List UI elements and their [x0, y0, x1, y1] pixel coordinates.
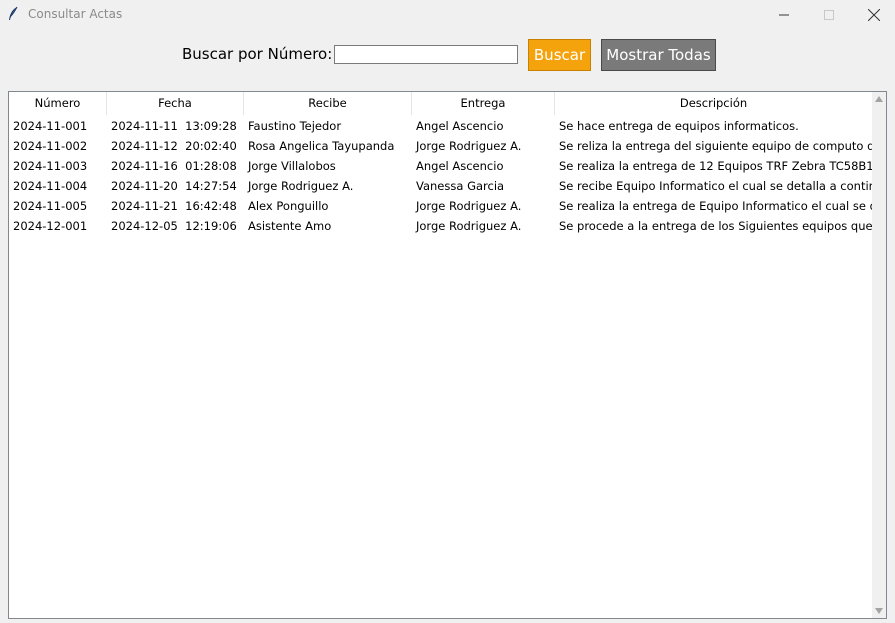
vertical-scrollbar[interactable] — [872, 92, 886, 618]
cell-numero: 2024-11-001 — [13, 119, 88, 133]
cell-descripcion: Se procede a la entrega de los Siguiente… — [559, 219, 872, 233]
cell-entrega: Angel Ascencio — [416, 119, 504, 133]
column-header-numero[interactable]: Número — [9, 92, 107, 115]
cell-fecha: 2024-11-20 14:27:54 — [111, 179, 237, 193]
column-header-entrega[interactable]: Entrega — [412, 92, 555, 115]
table-header: Número Fecha Recibe Entrega Descripción — [9, 92, 872, 115]
cell-descripcion: Se realiza la entrega de Equipo Informat… — [559, 199, 872, 213]
table-row[interactable]: 2024-11-001 2024-11-11 13:09:28 Faustino… — [9, 116, 872, 136]
scroll-up-arrow-icon[interactable] — [875, 96, 883, 102]
table-row[interactable]: 2024-11-004 2024-11-20 14:27:54 Jorge Ro… — [9, 176, 872, 196]
cell-numero: 2024-11-003 — [13, 159, 88, 173]
buscar-button[interactable]: Buscar — [528, 39, 591, 71]
feather-icon — [9, 6, 18, 20]
table-row[interactable]: 2024-11-005 2024-11-21 16:42:48 Alex Pon… — [9, 196, 872, 216]
cell-recibe: Alex Ponguillo — [248, 199, 329, 213]
cell-fecha: 2024-11-21 16:42:48 — [111, 199, 237, 213]
cell-fecha: 2024-12-05 12:19:06 — [111, 219, 237, 233]
minimize-button[interactable] — [761, 0, 807, 29]
minimize-icon — [779, 14, 789, 15]
close-button[interactable] — [851, 0, 895, 29]
cell-fecha: 2024-11-12 20:02:40 — [111, 139, 237, 153]
title-bar: Consultar Actas — [0, 0, 895, 29]
table-row[interactable]: 2024-11-002 2024-11-12 20:02:40 Rosa Ang… — [9, 136, 872, 156]
cell-descripcion: Se reliza la entrega del siguiente equip… — [559, 139, 872, 153]
cell-entrega: Vanessa Garcia — [416, 179, 505, 193]
search-label: Buscar por Número: — [182, 45, 333, 63]
maximize-button[interactable] — [806, 0, 852, 29]
cell-numero: 2024-11-005 — [13, 199, 88, 213]
cell-descripcion: Se hace entrega de equipos informaticos. — [559, 119, 799, 133]
table-row[interactable]: 2024-12-001 2024-12-05 12:19:06 Asistent… — [9, 216, 872, 236]
scroll-down-arrow-icon[interactable] — [875, 608, 883, 614]
cell-entrega: Angel Ascencio — [416, 159, 504, 173]
cell-entrega: Jorge Rodriguez A. — [416, 219, 522, 233]
column-header-recibe[interactable]: Recibe — [244, 92, 412, 115]
cell-fecha: 2024-11-11 13:09:28 — [111, 119, 237, 133]
column-header-descripcion[interactable]: Descripción — [555, 92, 872, 115]
cell-recibe: Rosa Angelica Tayupanda — [248, 139, 395, 153]
cell-entrega: Jorge Rodriguez A. — [416, 199, 522, 213]
maximize-icon — [824, 9, 834, 20]
cell-numero: 2024-11-002 — [13, 139, 88, 153]
close-icon — [868, 8, 880, 21]
cell-numero: 2024-12-001 — [13, 219, 88, 233]
cell-descripcion: Se realiza la entrega de 12 Equipos TRF … — [559, 159, 872, 173]
cell-fecha: 2024-11-16 01:28:08 — [111, 159, 237, 173]
cell-recibe: Jorge Rodriguez A. — [248, 179, 354, 193]
cell-numero: 2024-11-004 — [13, 179, 88, 193]
cell-entrega: Jorge Rodriguez A. — [416, 139, 522, 153]
cell-recibe: Faustino Tejedor — [248, 119, 342, 133]
cell-recibe: Asistente Amo — [248, 219, 332, 233]
cell-recibe: Jorge Villalobos — [248, 159, 336, 173]
actas-table: Número Fecha Recibe Entrega Descripción … — [8, 91, 887, 619]
mostrar-todas-button[interactable]: Mostrar Todas — [601, 39, 716, 71]
cell-descripcion: Se recibe Equipo Informatico el cual se … — [559, 179, 872, 193]
table-row[interactable]: 2024-11-003 2024-11-16 01:28:08 Jorge Vi… — [9, 156, 872, 176]
search-input[interactable] — [334, 45, 518, 64]
window-title: Consultar Actas — [28, 7, 123, 21]
table-body: 2024-11-001 2024-11-11 13:09:28 Faustino… — [9, 116, 872, 236]
column-header-fecha[interactable]: Fecha — [107, 92, 244, 115]
